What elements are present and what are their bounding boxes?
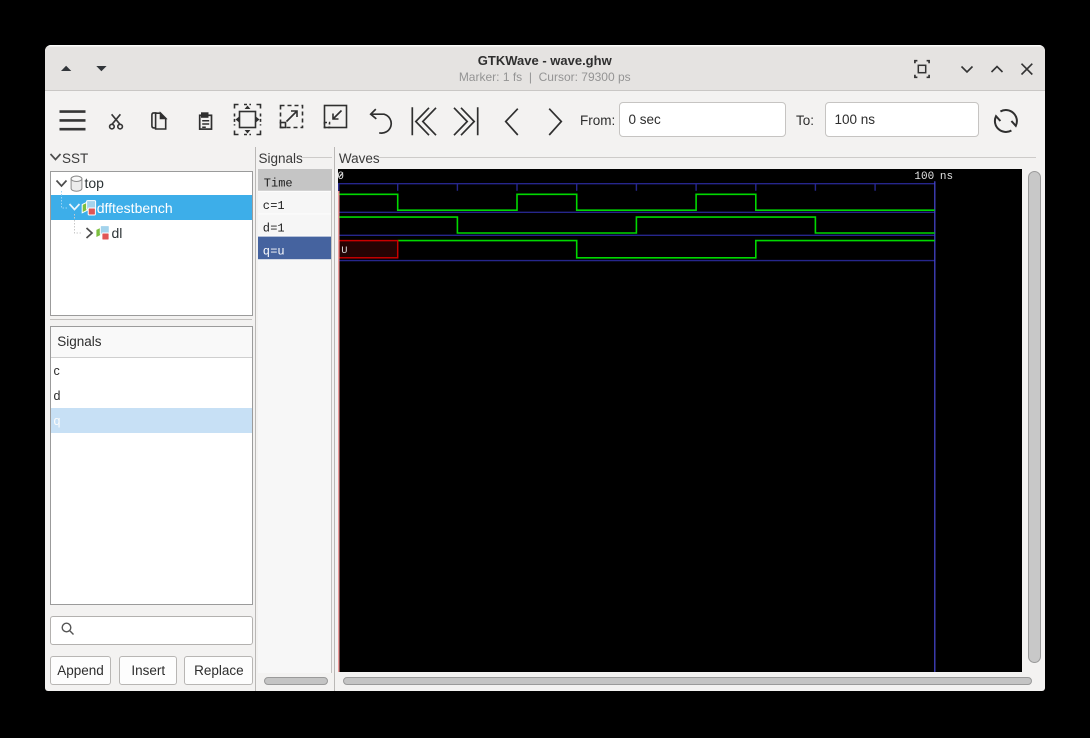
svg-text:Time: Time bbox=[263, 176, 292, 190]
svg-text:ns: ns bbox=[940, 171, 953, 183]
svg-text:dl: dl bbox=[112, 225, 123, 241]
svg-text:100: 100 bbox=[914, 171, 934, 183]
svg-text:=u: =u bbox=[270, 244, 284, 258]
svg-text:q: q bbox=[262, 244, 269, 258]
svg-text:=1: =1 bbox=[270, 221, 284, 235]
svg-text:U: U bbox=[341, 245, 347, 257]
svg-text:d: d bbox=[262, 221, 269, 235]
svg-text:top: top bbox=[85, 175, 105, 191]
svg-text:c: c bbox=[262, 198, 269, 212]
svg-text:dfftestbench: dfftestbench bbox=[97, 200, 173, 216]
svg-text:=1: =1 bbox=[270, 198, 284, 212]
